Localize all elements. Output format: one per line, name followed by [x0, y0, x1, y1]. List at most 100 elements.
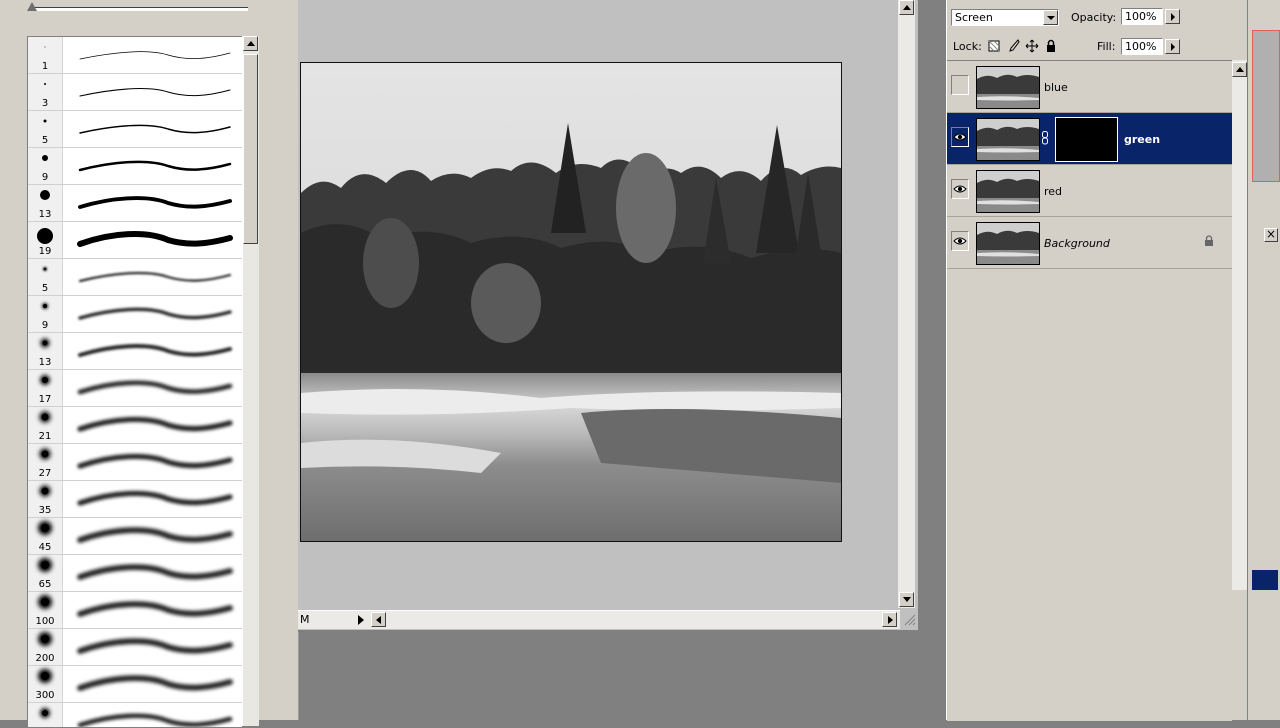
layer-name: green: [1124, 133, 1161, 146]
brush-preset-5[interactable]: 5: [28, 259, 242, 296]
fill-input[interactable]: 100%: [1121, 38, 1163, 55]
brush-dot-icon: [41, 561, 49, 569]
brush-size-label: 19: [38, 246, 52, 257]
layer-visibility-toggle[interactable]: [951, 179, 969, 199]
brush-tip-preview: 1: [28, 37, 63, 73]
scrollbar-thumb[interactable]: [243, 54, 258, 244]
layer-thumbnail[interactable]: [976, 118, 1040, 161]
brush-preset-9[interactable]: 9: [28, 148, 242, 185]
eye-icon: [953, 237, 967, 245]
brush-preset-3[interactable]: 3: [28, 74, 242, 111]
chevron-down-icon: [1047, 16, 1055, 20]
layer-thumbnail[interactable]: [976, 170, 1040, 213]
opacity-slider-button[interactable]: [1165, 9, 1180, 24]
brush-size-slider-thumb[interactable]: [27, 2, 37, 11]
layer-row-red[interactable]: red: [947, 165, 1232, 217]
brush-size-slider[interactable]: [30, 7, 248, 11]
layer-row-background[interactable]: Background: [947, 217, 1232, 269]
panel-selection-stub: [1252, 570, 1278, 590]
brush-tip-preview: 300: [28, 666, 63, 702]
brush-stroke-preview: [77, 713, 233, 727]
brush-preset-300[interactable]: 300: [28, 666, 242, 703]
brush-dot-icon: [44, 46, 46, 48]
brush-preset-35[interactable]: 35: [28, 481, 242, 518]
arrow-right-icon: [1171, 13, 1175, 21]
brush-tip-preview: 13: [28, 333, 63, 369]
layer-thumbnail[interactable]: [976, 222, 1040, 265]
brush-preset-17[interactable]: 17: [28, 370, 242, 407]
brush-preset-21[interactable]: 21: [28, 407, 242, 444]
brush-preset-19[interactable]: 19: [28, 222, 242, 259]
brush-stroke-preview: [78, 344, 232, 357]
doc-scroll-down-button[interactable]: [899, 592, 914, 607]
lock-transparent-icon[interactable]: [987, 39, 1001, 53]
brush-dot-icon: [41, 598, 49, 606]
layer-visibility-toggle[interactable]: [951, 231, 969, 251]
brush-preset-5[interactable]: 5: [28, 111, 242, 148]
arrow-left-icon: [376, 616, 381, 624]
fill-slider-button[interactable]: [1165, 39, 1180, 54]
brush-tip-preview: 9: [28, 296, 63, 332]
layer-visibility-toggle[interactable]: [951, 75, 969, 95]
brush-tip-preview: 3: [28, 74, 63, 110]
brush-tip-preview: 27: [28, 444, 63, 480]
panel-close-button[interactable]: ×: [1264, 227, 1278, 242]
brush-preset-200[interactable]: 200: [28, 629, 242, 666]
resize-grip-icon[interactable]: [902, 612, 916, 626]
brush-preset-list: 1 3 5 9 13 19 5 9 13 17 21 27 35 45 65 100 200 300: [27, 36, 243, 728]
layer-row-blue[interactable]: blue: [947, 61, 1232, 113]
blend-mode-value: Screen: [955, 11, 993, 24]
brush-stroke-preview: [77, 380, 233, 395]
brush-preset-1[interactable]: 1: [28, 37, 242, 74]
brush-dot-icon: [41, 413, 49, 421]
doc-scroll-up-button[interactable]: [899, 0, 914, 15]
brush-dot-icon: [42, 377, 48, 383]
brush-preset-65[interactable]: 65: [28, 555, 242, 592]
document-vertical-scrollbar[interactable]: [898, 0, 915, 608]
layers-panel: Screen Opacity: 100% Lock: Fill: 100% bl…: [946, 0, 1248, 721]
lock-all-icon[interactable]: [1044, 39, 1058, 53]
brush-preset-last[interactable]: [28, 703, 242, 727]
layer-visibility-toggle[interactable]: [951, 127, 969, 147]
brush-preset-27[interactable]: 27: [28, 444, 242, 481]
brush-dot-icon: [44, 83, 46, 85]
layer-mask-thumbnail[interactable]: [1055, 117, 1118, 162]
brush-list-scrollbar[interactable]: [242, 36, 259, 726]
brush-tip-preview: 21: [28, 407, 63, 443]
lock-label: Lock:: [953, 40, 982, 53]
layer-row-green[interactable]: green: [947, 113, 1232, 165]
link-icon[interactable]: [1042, 131, 1048, 145]
brush-preset-100[interactable]: 100: [28, 592, 242, 629]
lock-move-icon[interactable]: [1025, 39, 1039, 53]
status-menu-arrow-icon[interactable]: [358, 615, 364, 625]
layers-list: blue green red Background: [947, 60, 1232, 721]
canvas-image[interactable]: [300, 62, 842, 542]
brush-dot-icon: [40, 190, 50, 200]
layers-scroll-up-button[interactable]: [1232, 62, 1247, 77]
brush-tip-preview: [28, 703, 63, 727]
layers-vertical-scrollbar[interactable]: [1232, 60, 1248, 590]
brush-preset-45[interactable]: 45: [28, 518, 242, 555]
brush-dot-icon: [42, 710, 48, 716]
brush-stroke-preview: [77, 416, 233, 432]
brush-preset-13[interactable]: 13: [28, 185, 242, 222]
scroll-up-button[interactable]: [243, 36, 258, 51]
brush-stroke-preview: [77, 675, 233, 691]
brush-stroke-preview: [77, 601, 233, 617]
lock-brush-icon[interactable]: [1006, 39, 1020, 53]
brush-dot-icon: [43, 119, 47, 123]
brush-preset-9[interactable]: 9: [28, 296, 242, 333]
brush-dot-icon: [42, 155, 48, 161]
doc-scroll-left-button[interactable]: [371, 612, 386, 627]
doc-scroll-right-button[interactable]: [882, 612, 897, 627]
opacity-input[interactable]: 100%: [1121, 8, 1163, 25]
layer-thumbnail[interactable]: [976, 66, 1040, 109]
fill-value: 100%: [1125, 40, 1157, 53]
blend-mode-dropdown-button[interactable]: [1043, 10, 1058, 25]
brush-preset-13[interactable]: 13: [28, 333, 242, 370]
navigator-thumbnail[interactable]: [1252, 30, 1280, 182]
close-icon: ×: [1266, 227, 1277, 241]
brush-tip-preview: 45: [28, 518, 63, 554]
brush-stroke-preview: [77, 453, 233, 469]
brush-tip-preview: 35: [28, 481, 63, 517]
